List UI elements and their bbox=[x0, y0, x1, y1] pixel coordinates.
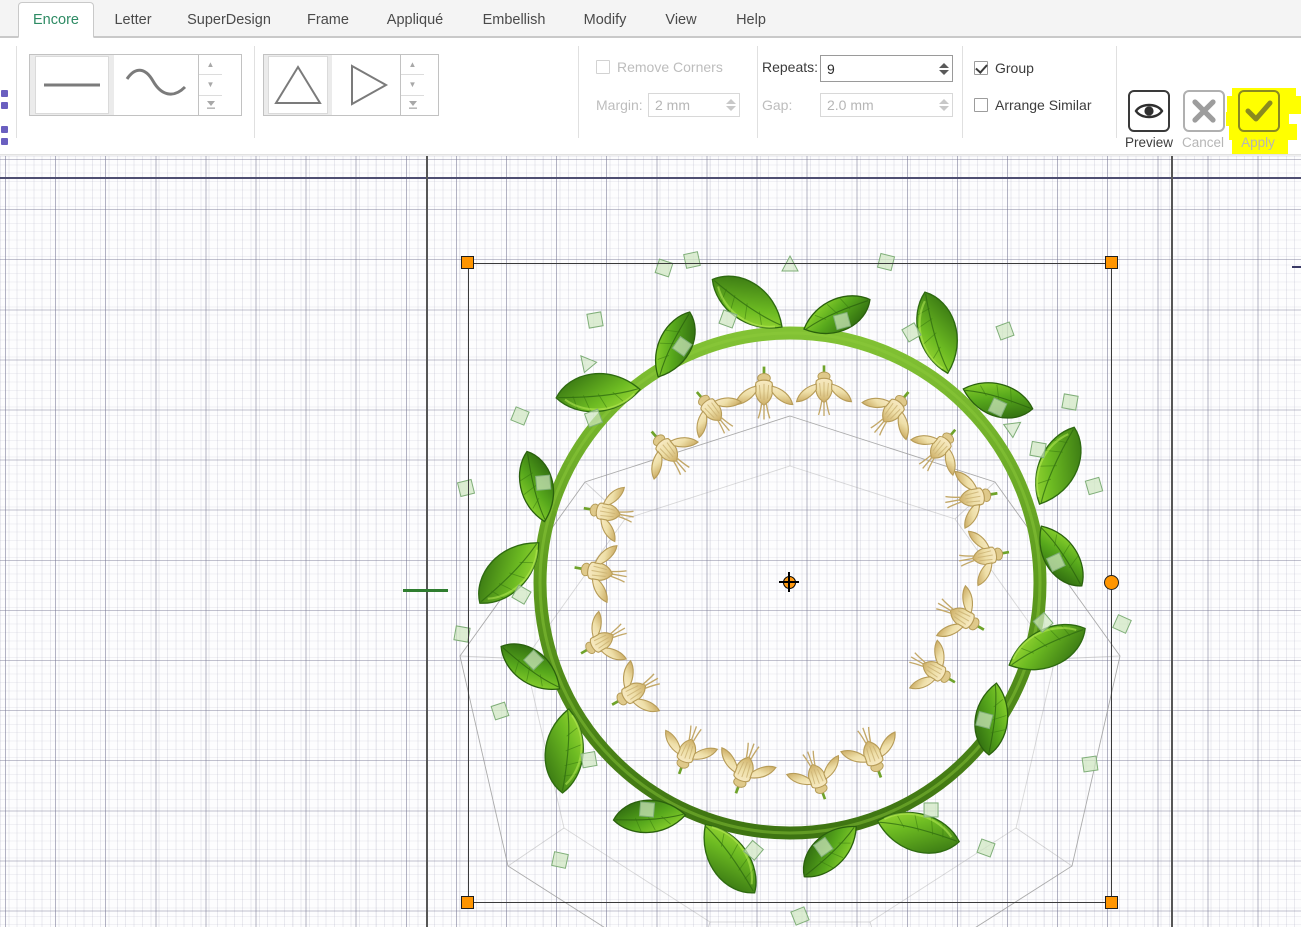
arrange-similar-checkbox[interactable] bbox=[974, 98, 988, 112]
group-separator bbox=[578, 46, 579, 138]
repeats-label: Repeats: bbox=[762, 59, 819, 75]
shape-gallery-spinners[interactable]: ▲ ▼ bbox=[400, 55, 424, 115]
margin-spinbox[interactable]: 2 mm bbox=[648, 93, 740, 117]
tab-applique[interactable]: Appliqué bbox=[370, 2, 460, 38]
tab-encore[interactable]: Encore bbox=[18, 2, 94, 38]
rotate-handle-right[interactable] bbox=[1104, 575, 1119, 590]
repeats-increment-icon[interactable] bbox=[938, 62, 949, 68]
line-gallery-expand[interactable] bbox=[199, 96, 222, 115]
main-tab-bar: Encore Letter SuperDesign Frame Appliqué… bbox=[0, 0, 1301, 38]
tab-label: Appliqué bbox=[386, 12, 444, 28]
remove-corners-hoop-checkbox[interactable] bbox=[596, 60, 610, 74]
chevron-down-bar-icon bbox=[206, 101, 215, 110]
remove-corners-hoop-checkbox-row[interactable]: Remove Corners bbox=[596, 59, 723, 75]
tab-label: Help bbox=[736, 12, 766, 28]
gap-label: Gap: bbox=[762, 97, 793, 113]
resize-handle-bottom-left[interactable] bbox=[461, 896, 474, 909]
resize-handle-top-left[interactable] bbox=[461, 256, 474, 269]
tab-label: Frame bbox=[307, 12, 349, 28]
tab-letter[interactable]: Letter bbox=[100, 2, 166, 38]
group-separator bbox=[757, 46, 758, 138]
clipped-icon-4[interactable] bbox=[1, 138, 8, 145]
clipped-icon-2[interactable] bbox=[1, 102, 8, 109]
apply-label: Apply bbox=[1241, 135, 1275, 150]
right-triangle-outline-icon bbox=[351, 64, 389, 106]
gap-spinbox[interactable]: 2.0 mm bbox=[820, 93, 953, 117]
resize-handle-top-right[interactable] bbox=[1105, 256, 1118, 269]
triangle-outline-icon bbox=[274, 65, 322, 104]
preview-label: Preview bbox=[1124, 135, 1173, 150]
tab-label: Letter bbox=[114, 12, 152, 28]
shape-option-triangle[interactable] bbox=[264, 55, 332, 115]
line-gallery-scroll-up[interactable]: ▲ bbox=[199, 55, 222, 76]
tab-label: SuperDesign bbox=[187, 12, 271, 28]
margin-stepper[interactable] bbox=[722, 94, 739, 116]
preview-button[interactable] bbox=[1128, 90, 1170, 132]
repeats-decrement-icon[interactable] bbox=[938, 69, 949, 75]
gap-stepper[interactable] bbox=[935, 94, 952, 116]
repeats-value[interactable]: 9 bbox=[821, 61, 935, 77]
gap-increment-icon[interactable] bbox=[938, 99, 949, 104]
group-separator bbox=[962, 46, 963, 138]
tab-label: View bbox=[665, 12, 697, 28]
shape-gallery-scroll-up[interactable]: ▲ bbox=[401, 55, 424, 76]
origin-crosshair-marker[interactable] bbox=[779, 572, 799, 592]
remove-corners-hoop-label: Remove Corners bbox=[617, 59, 723, 75]
tab-help[interactable]: Help bbox=[720, 2, 782, 38]
repeats-stepper[interactable] bbox=[935, 56, 952, 81]
clipped-left-icon-column[interactable] bbox=[0, 86, 9, 156]
design-canvas[interactable] bbox=[0, 156, 1301, 927]
wavy-line-icon bbox=[125, 68, 187, 96]
group-checkbox[interactable] bbox=[974, 61, 988, 75]
line-option-wavy[interactable] bbox=[114, 55, 198, 115]
arrange-similar-checkbox-row[interactable]: Arrange Similar bbox=[974, 97, 1091, 113]
tab-modify[interactable]: Modify bbox=[568, 2, 642, 38]
gap-decrement-icon[interactable] bbox=[938, 106, 949, 111]
group-separator bbox=[254, 46, 255, 138]
group-checkbox-label: Group bbox=[995, 60, 1034, 76]
shape-options-gallery[interactable]: ▲ ▼ bbox=[263, 54, 439, 116]
margin-value: 2 mm bbox=[655, 97, 690, 113]
margin-decrement-icon[interactable] bbox=[725, 106, 736, 111]
line-gallery-scroll-down[interactable]: ▼ bbox=[199, 75, 222, 96]
tab-embellish[interactable]: Embellish bbox=[466, 2, 562, 38]
tab-frame[interactable]: Frame bbox=[292, 2, 364, 38]
cancel-label: Cancel bbox=[1181, 135, 1225, 150]
group-separator bbox=[16, 46, 17, 138]
group-checkbox-row[interactable]: Group bbox=[974, 60, 1034, 76]
margin-increment-icon[interactable] bbox=[725, 99, 736, 104]
shape-gallery-expand[interactable] bbox=[401, 96, 424, 115]
tab-superdesign[interactable]: SuperDesign bbox=[172, 2, 286, 38]
chevron-down-bar-icon bbox=[408, 101, 417, 110]
x-icon bbox=[1192, 99, 1216, 123]
ribbon-bottom-shadow bbox=[0, 154, 1301, 156]
line-options-gallery[interactable]: ▲ ▼ bbox=[29, 54, 242, 116]
resize-handle-bottom-right[interactable] bbox=[1105, 896, 1118, 909]
tab-label: Embellish bbox=[482, 12, 546, 28]
eye-icon bbox=[1134, 103, 1164, 119]
line-gallery-spinners[interactable]: ▲ ▼ bbox=[198, 55, 222, 115]
clipped-icon-3[interactable] bbox=[1, 126, 8, 133]
shape-option-right-triangle[interactable] bbox=[332, 55, 400, 115]
ribbon-toolbar: ▲ ▼ Line Options bbox=[0, 38, 1301, 185]
margin-label: Margin: bbox=[596, 97, 643, 113]
gap-value: 2.0 mm bbox=[827, 97, 874, 113]
clipped-icon-1[interactable] bbox=[1, 90, 8, 97]
checkmark-icon bbox=[1245, 100, 1273, 122]
apply-button[interactable] bbox=[1238, 90, 1280, 132]
straight-line-icon bbox=[44, 83, 100, 87]
group-separator bbox=[1116, 46, 1117, 138]
arrange-similar-label: Arrange Similar bbox=[995, 97, 1092, 113]
cancel-button[interactable] bbox=[1183, 90, 1225, 132]
line-option-straight[interactable] bbox=[30, 55, 114, 115]
repeats-spinbox[interactable]: 9 bbox=[820, 55, 953, 82]
tab-label: Encore bbox=[33, 12, 79, 28]
tab-view[interactable]: View bbox=[648, 2, 714, 38]
shape-gallery-scroll-down[interactable]: ▼ bbox=[401, 75, 424, 96]
tab-label: Modify bbox=[583, 12, 627, 28]
